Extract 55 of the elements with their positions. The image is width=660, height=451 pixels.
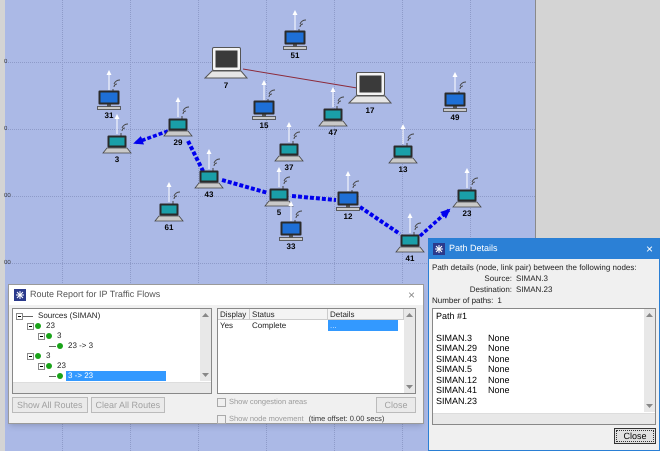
node-label: 61 — [164, 223, 174, 232]
tree-item[interactable]: 3 — [55, 331, 64, 341]
node-label: 7 — [224, 81, 228, 90]
hop-link-text: None — [488, 332, 510, 343]
tree-item[interactable]: 23 — [44, 321, 57, 331]
node-label: 29 — [174, 138, 182, 147]
hop-node-text: SIMAN.29 — [436, 343, 478, 354]
field-label: Destination: — [468, 284, 512, 295]
field-value: 1 — [497, 295, 502, 306]
field-label: Number of paths: — [432, 295, 494, 306]
tree-item[interactable]: 3 — [44, 351, 52, 361]
field-value: SIMAN.3 — [516, 273, 548, 284]
node-label: 41 — [406, 254, 414, 263]
node-label: 17 — [366, 106, 374, 115]
hop-node-text: SIMAN.5 — [436, 364, 474, 374]
hop-node-text: SIMAN.41 — [436, 385, 478, 396]
hop-link-text: None — [488, 343, 510, 354]
hop-node-text: SIMAN.12 — [436, 374, 478, 385]
tree-item[interactable]: 23 — [55, 361, 68, 371]
intro-text: Path details (node, link pair) between the following nodes: — [432, 262, 638, 273]
node-label: 33 — [286, 242, 296, 251]
node-label: 13 — [398, 165, 408, 174]
node-label: 49 — [450, 113, 460, 122]
node-label: 3 — [114, 155, 120, 164]
tree-item[interactable]: 23 -> 3 — [66, 341, 96, 351]
node-label: 23 — [462, 209, 472, 218]
node-label: 12 — [344, 212, 352, 221]
hop-link-text: None — [488, 385, 510, 396]
hop-link-text: None — [488, 364, 510, 374]
node-label: 51 — [290, 51, 300, 60]
column-header[interactable]: Status — [250, 309, 328, 319]
hop-node-text: SIMAN.23 — [436, 396, 478, 406]
field-label: Source: — [483, 273, 512, 284]
dialog-button[interactable]: Close — [614, 428, 656, 444]
node-label: 5 — [276, 208, 282, 217]
field-value: SIMAN.23 — [516, 284, 552, 295]
hop-node-text: SIMAN.43 — [436, 354, 478, 364]
node-label: 47 — [328, 128, 338, 137]
table-cell[interactable]: Complete — [250, 320, 328, 331]
node-label: 15 — [260, 121, 268, 130]
table-cell[interactable]: Yes — [218, 320, 250, 331]
node-label: 43 — [204, 190, 214, 199]
column-header[interactable]: Display — [218, 309, 250, 319]
hop-node-text: SIMAN.3 — [436, 332, 474, 343]
window-title: Path Details — [449, 242, 499, 256]
node-label: 37 — [284, 163, 294, 172]
path-text-area[interactable]: Path #1 SIMAN.3 None SIMAN.29 None SIMAN.43 None SIMAN.5 None SIMAN.12 None SIMAN.41 None SIMAN.23 — [432, 308, 656, 425]
close-button[interactable]: × — [644, 243, 655, 255]
window-title: Route Report for IP Traffic Flows — [30, 288, 162, 302]
hop-link-text: None — [488, 354, 510, 364]
close-button[interactable]: × — [404, 289, 418, 301]
path-heading: Path #1 — [436, 311, 468, 322]
node-label: 31 — [104, 111, 114, 120]
hop-link-text: None — [488, 374, 510, 385]
tree-item[interactable]: Sources (SIMAN) — [36, 311, 102, 321]
